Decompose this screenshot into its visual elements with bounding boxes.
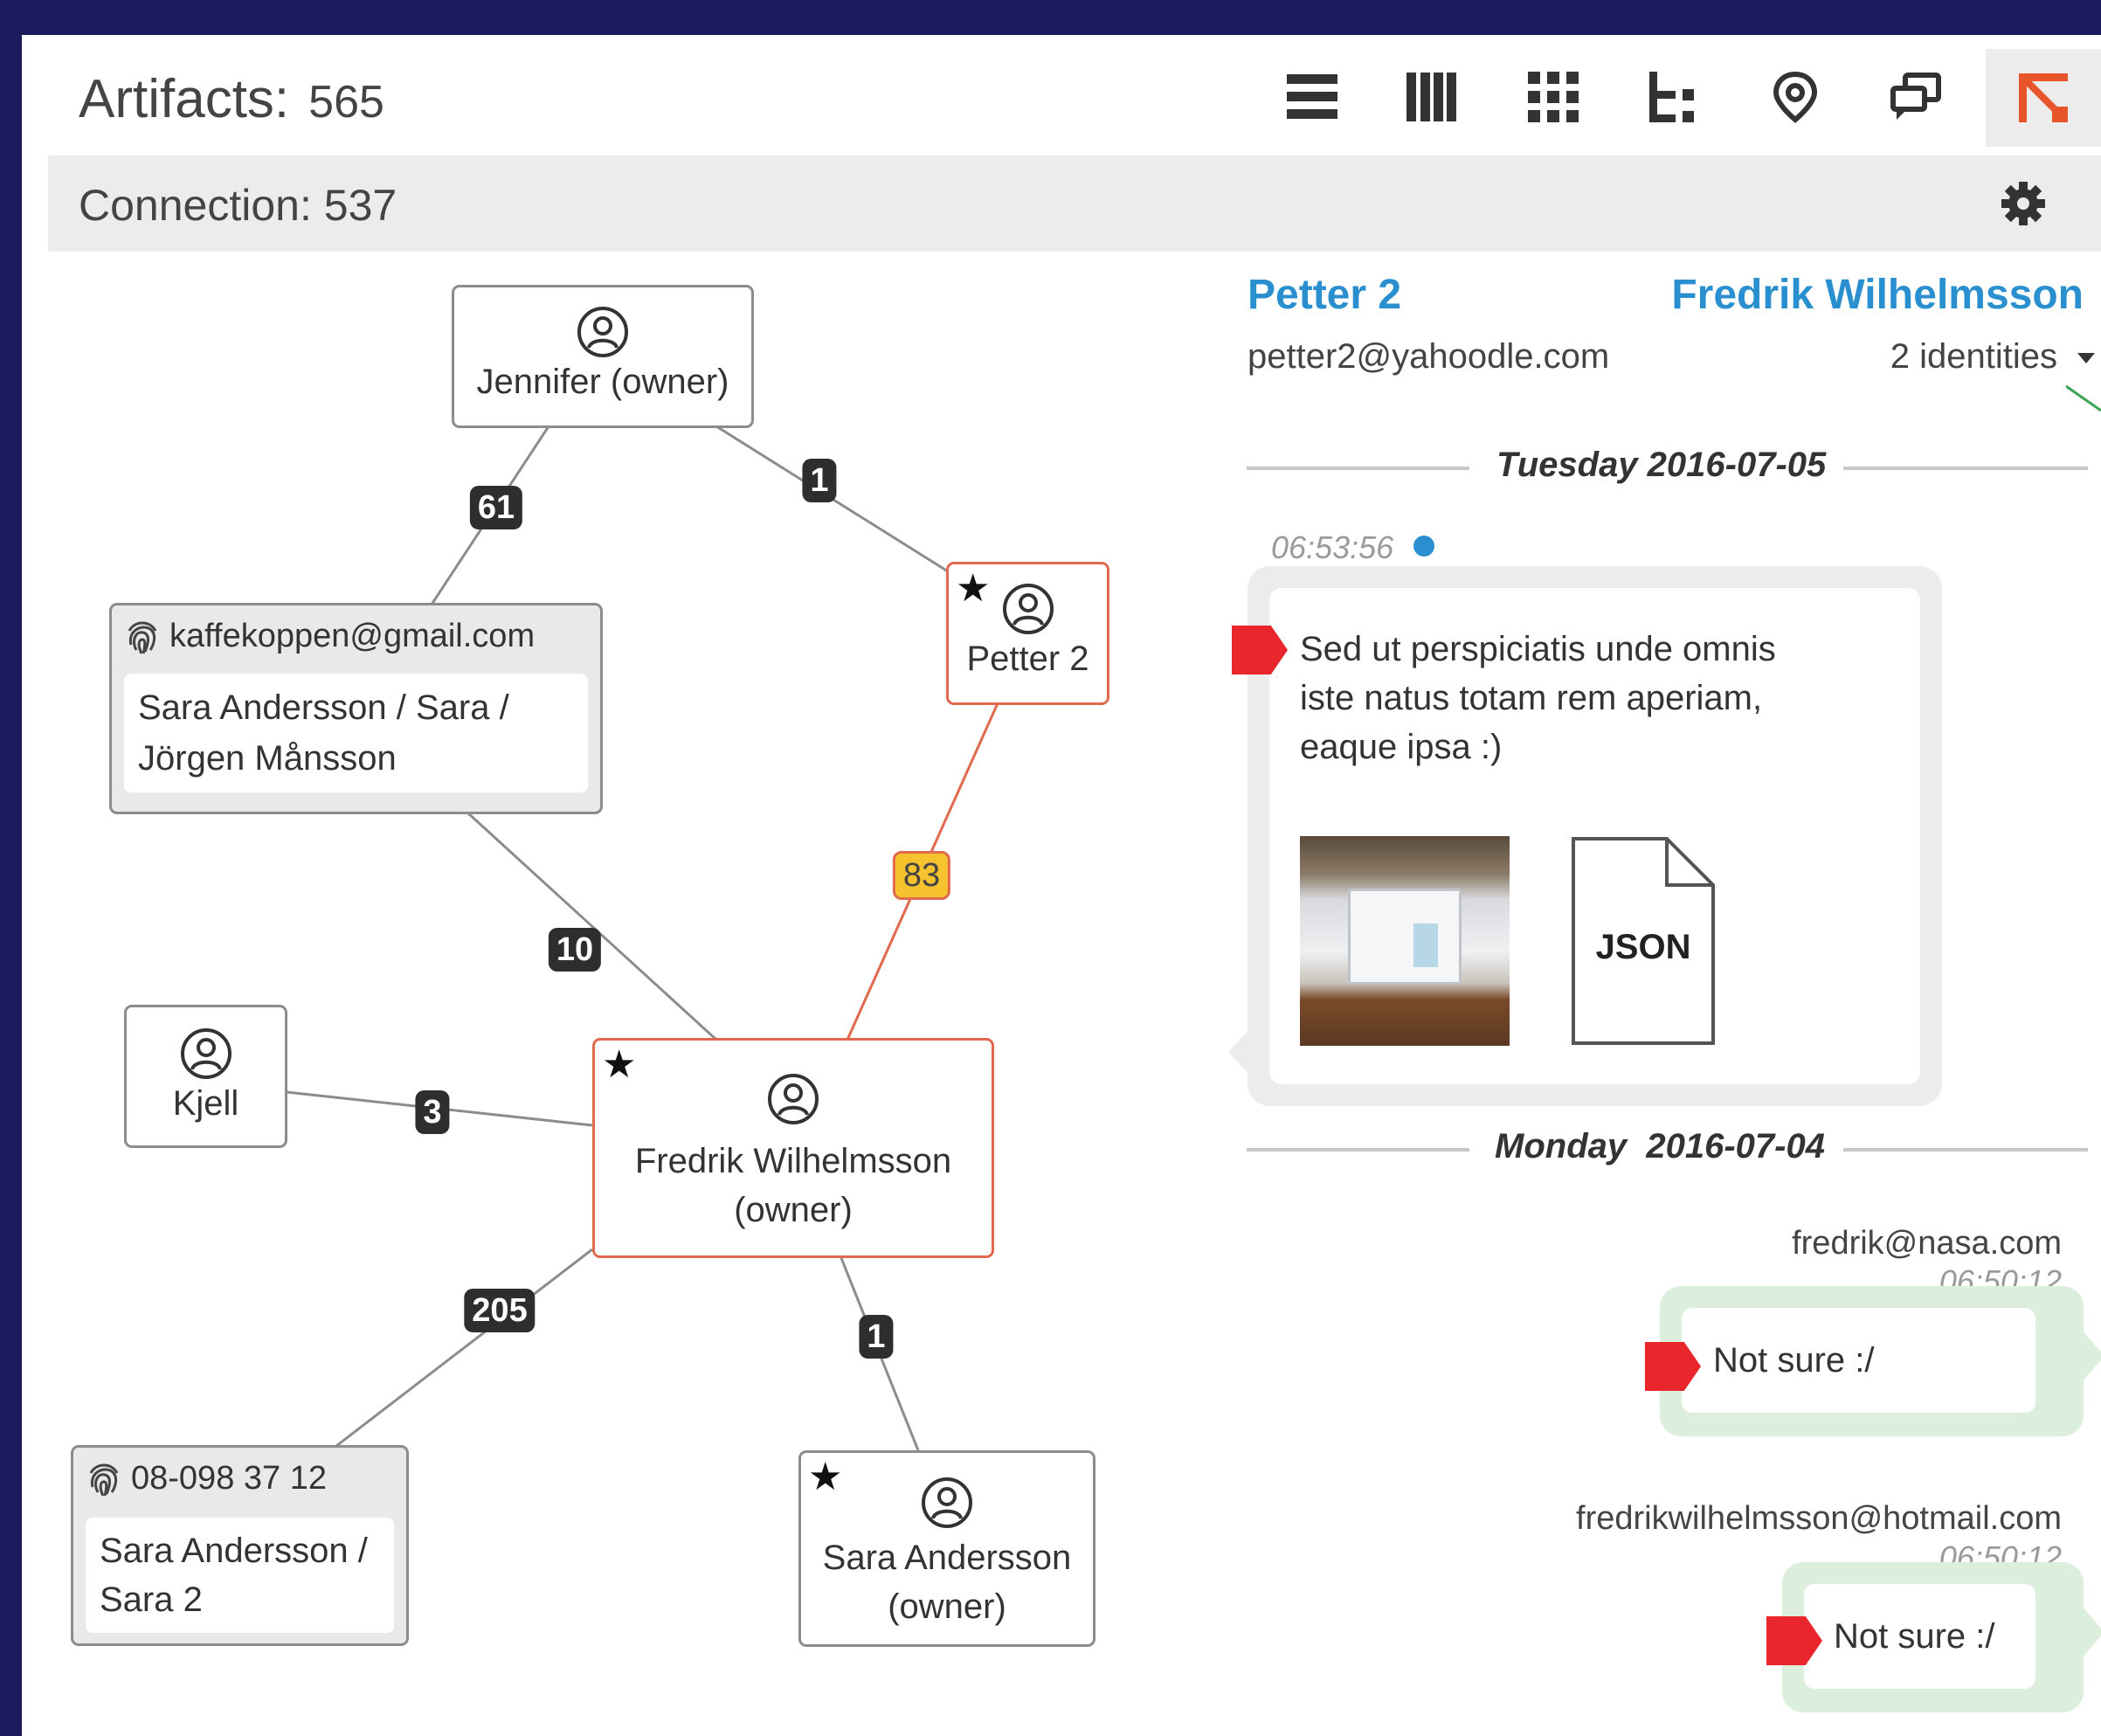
identity-names: Sara Andersson / Sara 2 [86,1518,394,1633]
node-label: Kjell [172,1084,239,1123]
message-text: Not sure :/ [1834,1617,1995,1656]
conversation-view-button[interactable] [1872,58,1959,136]
message-time: 06:53:56 [1271,529,1394,565]
message-content: Not sure :/ [1804,1584,2035,1689]
person-node-fredrik[interactable]: ★ Fredrik Wilhelmsson (owner) [592,1038,994,1258]
date-divider: Monday 2016-07-04 [1495,1127,1825,1165]
edge-count-badge[interactable]: 3 [415,1090,450,1134]
message-sender: fredrikwilhelmsson@hotmail.com [1576,1500,2062,1537]
edge-count-badge[interactable]: 1 [802,459,837,502]
message-line: Sed ut perspiciatis unde omnis [1300,630,1776,668]
graph-view-button[interactable] [1986,49,2101,147]
node-label: Jennifer (owner) [476,363,729,401]
map-view-icon [1773,71,1818,123]
image-detail [1413,923,1438,967]
message-bubble-outgoing[interactable]: Not sure :/ [1660,1286,2101,1436]
star-icon: ★ [956,567,991,610]
person-node-petter[interactable]: ★ Petter 2 [946,562,1109,705]
identity-names: Sara Andersson / Sara / Jörgen Månsson [124,674,588,792]
chat-left-name[interactable]: Petter 2 [1247,271,1401,319]
identities-dropdown[interactable]: 2 identities [1890,337,2057,377]
date-divider-line [1247,1148,1469,1152]
person-icon [180,1028,232,1079]
identity-names-line: Jörgen Månsson [138,739,397,778]
identity-header: kaffekoppen@gmail.com [124,618,535,655]
date-divider: Tuesday 2016-07-05 [1496,446,1827,484]
file-attachment-json[interactable]: JSON [1571,836,1716,1046]
message-content: Not sure :/ [1682,1308,2035,1413]
person-node-jennifer[interactable]: Jennifer (owner) [452,285,754,428]
date-divider-line [1843,467,2088,470]
edge-fredrik-phone [335,1248,593,1448]
chat-left-email: petter2@yahoodle.com [1247,337,1610,376]
list-view-icon [1287,74,1337,119]
node-label: Petter 2 [966,640,1089,678]
gear-icon[interactable] [2000,180,2047,227]
edge-count-badge[interactable]: 61 [469,486,523,529]
map-view-button[interactable] [1752,58,1839,136]
grid-view-icon [1528,72,1579,122]
unread-dot-icon [1413,536,1434,557]
fingerprint-icon [128,621,157,654]
identity-names-line: Sara Andersson / [100,1532,368,1570]
identity-names-line: Sara Andersson / Sara / [138,688,509,727]
person-node-sara[interactable]: ★ Sara Andersson (owner) [798,1450,1095,1647]
column-view-button[interactable] [1388,58,1476,136]
fingerprint-icon [89,1463,119,1497]
edge-count-badge[interactable]: 1 [859,1315,894,1359]
message-content: Sed ut perspiciatis unde omnis iste natu… [1269,588,1920,1084]
message-text: Not sure :/ [1713,1341,1875,1380]
star-icon: ★ [808,1456,843,1498]
graph-view-icon [2019,73,2068,122]
edge-count-badge[interactable]: 83 [892,851,951,900]
chevron-down-icon[interactable] [2076,351,2097,365]
message-bubble-incoming[interactable]: Sed ut perspiciatis unde omnis iste natu… [1228,566,1942,1106]
person-icon [768,1074,819,1124]
identity-header: 08-098 37 12 [86,1460,327,1497]
edge-count-badge[interactable]: 205 [464,1289,536,1332]
conversation-view-icon [1890,73,1941,120]
person-node-kjell[interactable]: Kjell [124,1005,287,1148]
grid-view-button[interactable] [1510,58,1597,136]
edge-email-fredrik [466,811,718,1041]
identity-names-line: Sara 2 [100,1580,203,1619]
message-text: Sed ut perspiciatis unde omnis iste natu… [1300,625,1776,771]
image-thumbnail[interactable] [1300,836,1510,1046]
message-sender: fredrik@nasa.com [1792,1225,2062,1262]
bubble-tail [2082,1330,2101,1382]
person-icon [922,1477,972,1528]
edge-count-badge[interactable]: 10 [548,928,602,972]
tree-view-icon [1649,72,1694,122]
date-divider-line [1843,1148,2088,1152]
file-type-label: JSON [1595,928,1691,966]
identity-node-email[interactable]: kaffekoppen@gmail.com Sara Andersson / S… [109,603,603,814]
image-detail [1348,889,1462,985]
node-label: Fredrik Wilhelmsson [634,1142,952,1180]
date-divider-line [1247,467,1469,470]
column-view-icon [1406,73,1456,121]
connector-line [2066,384,2101,412]
message-line: iste natus totam rem aperiam, [1300,679,1763,717]
app-panel: Artifacts: 565 Connection: 537 61 1 83 1… [22,35,2101,1736]
person-icon [577,307,628,357]
star-icon: ★ [602,1043,637,1086]
chat-right-name[interactable]: Fredrik Wilhelmsson [1671,271,2084,319]
node-label: Sara Andersson [822,1539,1072,1577]
message-line: eaque ipsa :) [1300,728,1503,766]
person-icon [1002,584,1054,634]
list-view-button[interactable] [1268,58,1356,136]
identity-id: 08-098 37 12 [131,1460,327,1497]
node-label: (owner) [888,1587,1006,1626]
message-bubble-outgoing[interactable]: Not sure :/ [1782,1562,2101,1712]
bubble-tail [1228,1027,1251,1076]
tree-view-button[interactable] [1631,58,1718,136]
identity-node-phone[interactable]: 08-098 37 12 Sara Andersson / Sara 2 [71,1445,409,1646]
bubble-tail [2082,1606,2101,1658]
node-label: (owner) [734,1191,853,1229]
identity-id: kaffekoppen@gmail.com [169,618,536,654]
